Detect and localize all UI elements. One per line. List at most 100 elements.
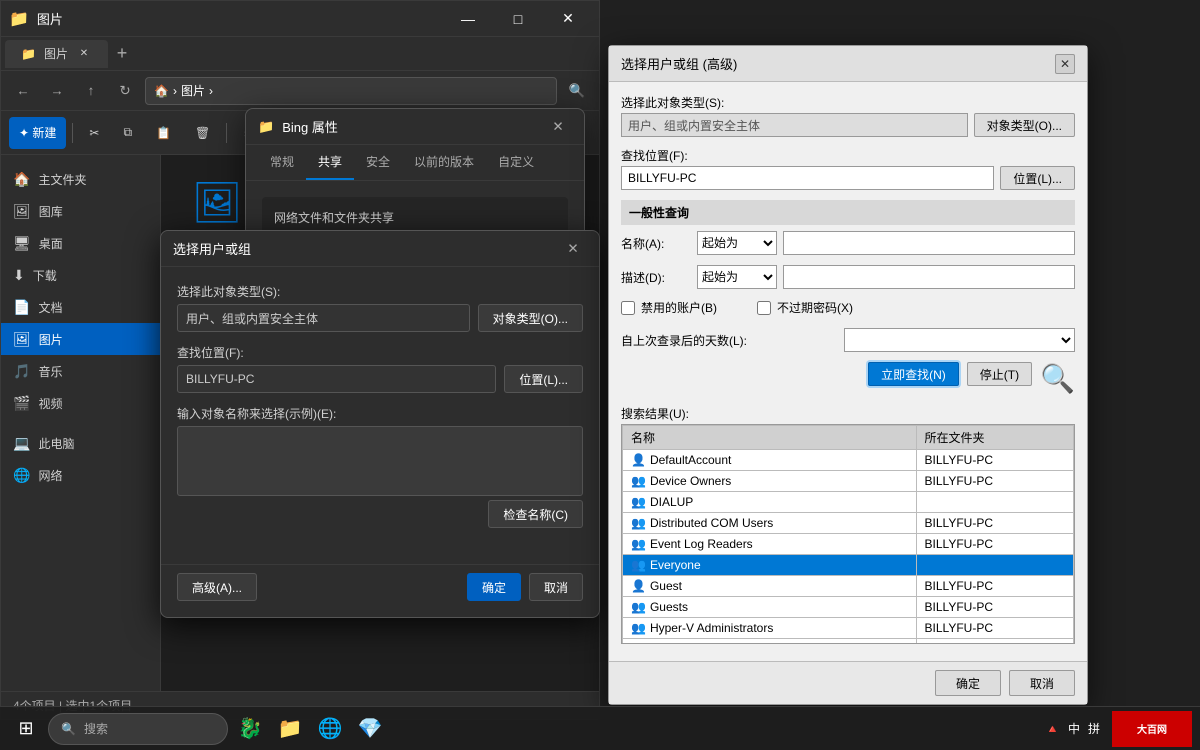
adv-results-label: 搜索结果(U): — [621, 405, 1075, 422]
search-results-table: 名称 所在文件夹 👤DefaultAccountBILLYFU-PC👥Devic… — [622, 425, 1074, 644]
adv-close-button[interactable]: ✕ — [1055, 54, 1075, 74]
adv-location-group: 查找位置(F): 位置(L)... — [621, 147, 1075, 190]
tab-customize[interactable]: 自定义 — [486, 145, 546, 180]
adv-name-row: 名称(A): 起始为 — [621, 231, 1075, 255]
sidebar-item-gallery[interactable]: 🖼 图库 — [1, 195, 160, 227]
adv-search-buttons: 立即查找(N) 停止(T) 🔍 — [621, 362, 1075, 395]
desktop-icon: 🖥 — [13, 235, 31, 252]
sidebar-item-music[interactable]: 🎵 音乐 — [1, 355, 160, 387]
sidebar-item-network[interactable]: 🌐 网络 — [1, 459, 160, 491]
close-button[interactable]: ✕ — [545, 4, 591, 34]
table-row[interactable]: 👥Everyone — [623, 555, 1074, 576]
new-button[interactable]: ✦ 新建 — [9, 117, 66, 149]
sidebar-item-documents[interactable]: 📄 文档 — [1, 291, 160, 323]
tab-close-button[interactable]: ✕ — [76, 46, 92, 62]
search-button[interactable]: 🔍 — [563, 77, 591, 105]
start-button[interactable]: ⊞ — [8, 711, 44, 747]
sidebar-item-downloads[interactable]: ⬇ 下载 — [1, 259, 160, 291]
table-row[interactable]: 👥Distributed COM UsersBILLYFU-PC — [623, 513, 1074, 534]
sidebar-music-label: 音乐 — [38, 363, 62, 380]
table-row[interactable]: 👥DIALUP — [623, 492, 1074, 513]
tab-add-button[interactable]: + — [108, 40, 136, 68]
search-now-button[interactable]: 立即查找(N) — [868, 362, 959, 386]
enter-object-input[interactable] — [177, 426, 583, 496]
search-results-container[interactable]: 名称 所在文件夹 👤DefaultAccountBILLYFU-PC👥Devic… — [621, 424, 1075, 644]
tab-share[interactable]: 共享 — [306, 145, 354, 180]
result-name-cell: 👥Device Owners — [623, 471, 917, 492]
result-folder-cell: BILLYFU-PC — [916, 597, 1073, 618]
title-bar-controls: — □ ✕ — [445, 4, 591, 34]
disabled-accounts-checkbox[interactable] — [621, 301, 635, 315]
location-button[interactable]: 位置(L)... — [504, 365, 583, 393]
tab-pictures[interactable]: 📁 图片 ✕ — [5, 40, 108, 68]
taskbar-sys-icons[interactable]: 🔺 中 拼 — [1037, 711, 1108, 747]
taskbar-app-browser[interactable]: 🌐 — [312, 711, 348, 747]
refresh-button[interactable]: ↻ — [111, 77, 139, 105]
taskbar-app-explorer[interactable]: 📁 — [272, 711, 308, 747]
paste-button[interactable]: 📋 — [146, 117, 181, 149]
sidebar-item-home[interactable]: 🏠 主文件夹 — [1, 163, 160, 195]
tab-previous-versions[interactable]: 以前的版本 — [402, 145, 486, 180]
adv-name-input[interactable] — [783, 231, 1075, 255]
bing-dialog-close[interactable]: ✕ — [544, 113, 572, 141]
taskbar-search-icon: 🔍 — [61, 722, 76, 736]
sidebar-item-pictures[interactable]: 🖼 图片 — [1, 323, 160, 355]
desktop: 📁 图片 — □ ✕ 📁 图片 ✕ + ← → ↑ ↻ 🏠 › — [0, 0, 1200, 750]
result-name-cell: 👤Guest — [623, 576, 917, 597]
table-row[interactable]: 👥Hyper-V AdministratorsBILLYFU-PC — [623, 618, 1074, 639]
taskbar-lang-zh: 中 — [1068, 720, 1080, 737]
no-expire-checkbox[interactable] — [757, 301, 771, 315]
adv-object-type-input — [621, 113, 968, 137]
adv-desc-input[interactable] — [783, 265, 1075, 289]
adv-location-button[interactable]: 位置(L)... — [1000, 166, 1075, 190]
table-row[interactable]: 👤DefaultAccountBILLYFU-PC — [623, 450, 1074, 471]
adv-object-type-label: 选择此对象类型(S): — [621, 94, 1075, 111]
adv-desc-dropdown[interactable]: 起始为 — [697, 265, 777, 289]
table-row[interactable]: 👥Device OwnersBILLYFU-PC — [623, 471, 1074, 492]
select-user-footer: 高级(A)... 确定 取消 — [161, 564, 599, 617]
sidebar-item-videos[interactable]: 🎬 视频 — [1, 387, 160, 419]
adv-name-group: 名称(A): 起始为 — [621, 231, 1075, 255]
taskbar-app-dragon[interactable]: 🐉 — [232, 711, 268, 747]
forward-button[interactable]: → — [43, 77, 71, 105]
adv-cancel-button[interactable]: 取消 — [1009, 670, 1075, 696]
table-row[interactable]: 👥IIS_IUSRSBILLYFU-PC — [623, 639, 1074, 645]
copy-button[interactable]: ⧉ — [113, 117, 142, 149]
bing-dialog-icon: 📁 — [258, 119, 274, 135]
adv-ok-button[interactable]: 确定 — [935, 670, 1001, 696]
table-row[interactable]: 👤GuestBILLYFU-PC — [623, 576, 1074, 597]
stop-button[interactable]: 停止(T) — [967, 362, 1032, 386]
watermark-badge: 大百网 — [1112, 711, 1192, 747]
adv-location-row: 位置(L)... — [621, 166, 1075, 190]
adv-general-query-section: 一般性查询 名称(A): 起始为 描述(D): 起始为 — [621, 200, 1075, 352]
maximize-button[interactable]: □ — [495, 4, 541, 34]
adv-disabled-accounts-row: 禁用的账户(B) — [621, 299, 717, 316]
adv-location-input[interactable] — [621, 166, 994, 190]
up-button[interactable]: ↑ — [77, 77, 105, 105]
back-button[interactable]: ← — [9, 77, 37, 105]
result-name-cell: 👥Event Log Readers — [623, 534, 917, 555]
delete-button[interactable]: 🗑 — [185, 117, 220, 149]
adv-days-since-select[interactable] — [844, 328, 1075, 352]
table-row[interactable]: 👥Event Log ReadersBILLYFU-PC — [623, 534, 1074, 555]
select-user-ok-button[interactable]: 确定 — [467, 573, 521, 601]
taskbar-search[interactable]: 🔍 搜索 — [48, 713, 228, 745]
adv-name-dropdown[interactable]: 起始为 — [697, 231, 777, 255]
select-user-cancel-button[interactable]: 取消 — [529, 573, 583, 601]
cut-button[interactable]: ✂ — [79, 117, 109, 149]
minimize-button[interactable]: — — [445, 4, 491, 34]
table-row[interactable]: 👥GuestsBILLYFU-PC — [623, 597, 1074, 618]
advanced-button[interactable]: 高级(A)... — [177, 573, 257, 601]
address-bar[interactable]: 🏠 › 图片 › — [145, 77, 557, 105]
check-name-button[interactable]: 检查名称(C) — [488, 500, 583, 528]
adv-object-type-button[interactable]: 对象类型(O)... — [974, 113, 1075, 137]
select-user-close[interactable]: ✕ — [559, 235, 587, 263]
sidebar-item-desktop[interactable]: 🖥 桌面 — [1, 227, 160, 259]
tab-general[interactable]: 常规 — [258, 145, 306, 180]
tab-security[interactable]: 安全 — [354, 145, 402, 180]
nav-bar: ← → ↑ ↻ 🏠 › 图片 › 🔍 — [1, 71, 599, 111]
new-button-label: ✦ 新建 — [19, 124, 56, 141]
sidebar-item-thispc[interactable]: 💻 此电脑 — [1, 427, 160, 459]
taskbar-app-other[interactable]: 💎 — [352, 711, 388, 747]
object-type-button[interactable]: 对象类型(O)... — [478, 304, 583, 332]
